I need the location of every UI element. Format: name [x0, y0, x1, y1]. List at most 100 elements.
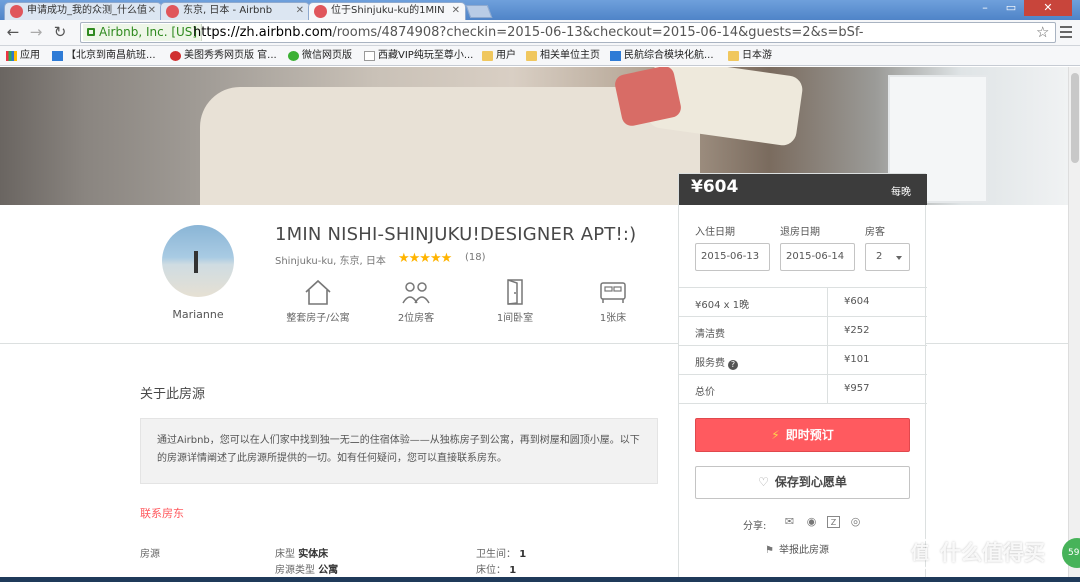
instant-book-label: 即时预订: [785, 428, 834, 442]
booking-panel: ¥604 每晚 入住日期 退房日期 房客 2015-06-13 2015-06-…: [678, 173, 927, 582]
smzdm-logo-icon: 值: [904, 538, 936, 570]
report-label: 举报此房源: [778, 545, 829, 556]
fact-label: 房源类型: [275, 565, 315, 576]
site-icon: [52, 51, 63, 61]
listing-location[interactable]: Shinjuku-ku, 东京, 日本: [275, 252, 386, 267]
bookmark-label: 西藏VIP纯玩至尊小...: [378, 50, 474, 61]
bookmark-star-icon[interactable]: ☆: [1036, 23, 1049, 41]
close-tab-icon[interactable]: ✕: [452, 3, 460, 19]
guests-select[interactable]: 2: [865, 243, 910, 271]
site-identity: Airbnb, Inc. [US]: [99, 25, 198, 39]
bookmark-apps[interactable]: 应用: [4, 46, 40, 66]
qzone-icon[interactable]: Z: [827, 516, 840, 528]
close-tab-icon[interactable]: ✕: [148, 3, 156, 19]
column-divider: [827, 317, 828, 346]
amenity-room-type: 整套房子/公寓: [273, 279, 363, 324]
fact-bathrooms: 卫生间： 1: [476, 545, 526, 560]
instant-book-button[interactable]: ⚡ 即时预订: [695, 418, 910, 452]
column-divider: [827, 288, 828, 317]
host-name[interactable]: Marianne: [150, 308, 246, 321]
browser-tab-1[interactable]: 申请成功_我的众测_什么值 ✕: [4, 2, 162, 20]
column-divider: [827, 346, 828, 375]
reload-icon[interactable]: ↻: [51, 23, 69, 41]
email-icon[interactable]: ✉: [783, 516, 796, 528]
new-tab-button[interactable]: [465, 5, 493, 18]
fact-value: 公寓: [318, 565, 339, 576]
bookmark-folder[interactable]: 用户: [480, 46, 516, 66]
weibo-icon[interactable]: ◉: [805, 516, 818, 528]
cost-label: 清洁费: [695, 329, 725, 340]
checkout-date-input[interactable]: 2015-06-14: [780, 243, 855, 271]
report-listing-link[interactable]: ⚑ 举报此房源: [765, 541, 829, 556]
fact-label: 卫生间：: [476, 549, 516, 560]
checkin-label: 入住日期: [695, 227, 735, 238]
scrollbar-thumb[interactable]: [1071, 73, 1079, 163]
page-viewport: Marianne 1MIN NISHI-SHINJUKU!DESIGNER AP…: [0, 67, 1068, 582]
service-fee-label: 服务费?: [695, 354, 738, 370]
folder-icon: [482, 51, 493, 61]
flag-icon: ⚑: [765, 545, 774, 556]
guests-value: 2: [876, 251, 883, 262]
lightning-bolt-icon: ⚡: [771, 428, 780, 442]
wishlist-label: 保存到心愿单: [774, 475, 847, 489]
about-description: 通过Airbnb，您可以在人们家中找到独一无二的住宿体验——从独栋房子到公寓，再…: [140, 418, 658, 484]
bookmark-label: 【北京到南昌航班...: [66, 50, 156, 61]
bookmark-item[interactable]: 民航综合模块化航...: [608, 46, 714, 66]
checkin-date-input[interactable]: 2015-06-13: [695, 243, 770, 271]
help-question-icon[interactable]: ?: [728, 360, 738, 370]
forward-arrow-icon[interactable]: →: [27, 23, 45, 41]
bookmarks-bar: 应用 【北京到南昌航班... 美图秀秀网页版 官... 微信网页版 西藏VIP纯…: [0, 46, 1080, 66]
maximize-icon[interactable]: ▭: [998, 0, 1024, 16]
amenity-label: 整套房子/公寓: [286, 313, 350, 324]
bookmark-item[interactable]: 西藏VIP纯玩至尊小...: [362, 46, 473, 66]
tab-title: 申请成功_我的众测_什么值: [27, 5, 147, 16]
cost-label: ¥604 x 1晚: [695, 300, 750, 311]
review-count[interactable]: (18): [465, 252, 486, 263]
browser-tab-2[interactable]: 东京, 日本 - Airbnb ✕: [160, 2, 310, 20]
page-scrollbar[interactable]: [1068, 67, 1080, 582]
amenity-bedrooms: 1间卧室: [470, 279, 560, 324]
site-identity-badge[interactable]: Airbnb, Inc. [US]: [83, 24, 203, 41]
cost-row-nights: ¥604 x 1晚 ¥604: [679, 288, 927, 317]
window-close-icon[interactable]: ✕: [1024, 0, 1072, 16]
host-avatar[interactable]: [162, 225, 234, 297]
back-arrow-icon[interactable]: ←: [4, 23, 22, 41]
bookmark-label: 用户: [496, 50, 516, 61]
browser-tab-3-active[interactable]: 位于Shinjuku-ku的1MIN ✕: [308, 2, 466, 20]
smzdm-favicon-icon: [10, 5, 23, 18]
browser-menu-icon[interactable]: [1060, 26, 1072, 38]
fact-value: 实体床: [298, 549, 329, 560]
listing-facts-label: 房源: [140, 549, 160, 560]
bookmark-item[interactable]: 美图秀秀网页版 官...: [168, 46, 277, 66]
bookmark-item[interactable]: 微信网页版: [286, 46, 352, 66]
watermark-overlay: 值什么值得买: [904, 537, 1045, 573]
contact-host-link[interactable]: 联系房东: [140, 505, 184, 521]
house-icon: [303, 279, 333, 305]
tab-title: 东京, 日本 - Airbnb: [183, 5, 273, 16]
rating-stars-icon: ★★★★★: [398, 251, 452, 266]
close-tab-icon[interactable]: ✕: [296, 3, 304, 19]
share-label: 分享:: [743, 521, 767, 532]
cost-label: 服务费: [695, 358, 725, 369]
url-path: /rooms/4874908?checkin=2015-06-13&checko…: [332, 25, 864, 40]
bookmark-folder[interactable]: 相关单位主页: [524, 46, 600, 66]
save-to-wishlist-button[interactable]: ♡ 保存到心愿单: [695, 466, 910, 499]
bookmark-item[interactable]: 【北京到南昌航班...: [50, 46, 156, 66]
cost-row-total: 总价 ¥957: [679, 375, 927, 404]
amenity-label: 1间卧室: [496, 313, 534, 324]
minimize-icon[interactable]: –: [972, 0, 998, 16]
folder-icon: [526, 51, 537, 61]
airbnb-favicon-icon: [314, 5, 327, 18]
watermark-text: 什么值得买: [940, 541, 1045, 565]
amenity-guests: 2位房客: [371, 279, 461, 324]
bookmark-folder[interactable]: 日本游: [726, 46, 772, 66]
fact-label: 床型: [275, 549, 295, 560]
cost-row-cleaning: 清洁费 ¥252: [679, 317, 927, 346]
address-bar[interactable]: Airbnb, Inc. [US] https://zh.airbnb.com/…: [80, 22, 1056, 43]
cost-breakdown: ¥604 x 1晚 ¥604 清洁费 ¥252 服务费? ¥101 总价 ¥95…: [679, 287, 927, 404]
more-share-icon[interactable]: ◎: [849, 516, 862, 528]
amenity-label: 2位房客: [397, 313, 435, 324]
chevron-down-icon: [896, 256, 902, 260]
url-text[interactable]: https://zh.airbnb.com/rooms/4874908?chec…: [193, 23, 863, 42]
cost-value: ¥957: [844, 383, 870, 394]
